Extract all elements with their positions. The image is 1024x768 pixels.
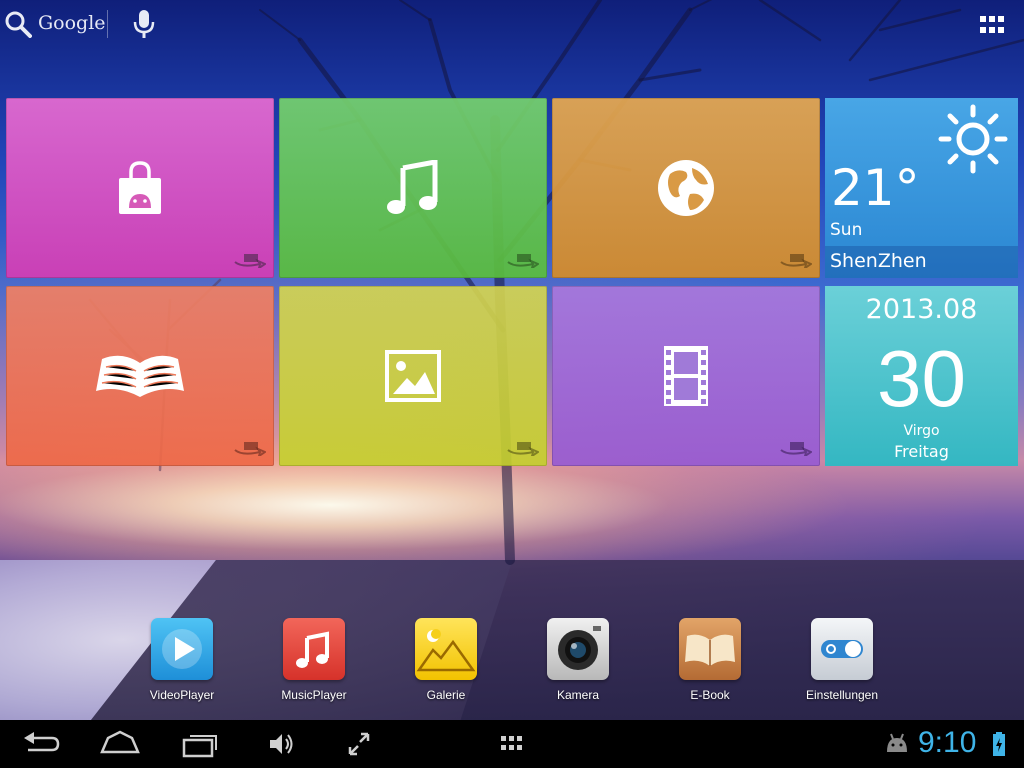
tile-flip-icon[interactable] (778, 440, 812, 456)
sun-icon (938, 104, 1008, 174)
tile-flip-icon[interactable] (232, 440, 266, 456)
shopping-bag-android-icon (119, 161, 161, 214)
menu-grid-icon[interactable] (500, 730, 524, 758)
search-icon[interactable] (4, 10, 32, 38)
picture-icon (385, 350, 441, 402)
gallery-tile[interactable] (279, 286, 547, 466)
music-tile[interactable] (279, 98, 547, 278)
tile-flip-icon[interactable] (505, 440, 539, 456)
camera-icon[interactable] (547, 618, 609, 680)
dock-musicplayer[interactable]: MusicPlayer (249, 618, 379, 702)
home-icon[interactable] (100, 730, 140, 758)
calendar-month: 2013.08 (865, 294, 978, 325)
dock-label-einstellungen: Einstellungen (805, 688, 879, 702)
microphone-icon[interactable] (131, 9, 157, 39)
weather-day: Sun (830, 220, 863, 240)
music-note-icon (387, 160, 438, 214)
film-strip-icon (664, 346, 708, 406)
recent-apps-icon[interactable] (182, 730, 220, 758)
globe-icon (658, 160, 714, 216)
android-debug-icon (887, 733, 907, 752)
calendar-day: 30 (877, 334, 966, 423)
settings-icon[interactable] (811, 618, 873, 680)
gallery-icon[interactable] (415, 618, 477, 680)
google-label[interactable]: Google (38, 12, 106, 34)
status-clock: 9:10 (918, 726, 977, 759)
search-divider (107, 10, 108, 38)
temperature: 21° (831, 159, 920, 217)
video-player-icon[interactable] (151, 618, 213, 680)
tile-flip-icon[interactable] (232, 252, 266, 268)
browser-tile[interactable] (552, 98, 820, 278)
navigation-bar (0, 720, 1024, 768)
dock-kamera[interactable]: Kamera (513, 618, 643, 702)
tile-flip-icon[interactable] (778, 252, 812, 268)
calendar-widget[interactable]: 2013.08 30 Virgo Freitag (825, 286, 1018, 466)
fullscreen-icon[interactable] (348, 730, 370, 758)
dock-galerie[interactable]: Galerie (381, 618, 511, 702)
zodiac-sign: Virgo (903, 423, 940, 439)
dock-videoplayer[interactable]: VideoPlayer (117, 618, 247, 702)
volume-icon[interactable] (268, 730, 294, 758)
video-tile[interactable] (552, 286, 820, 466)
weather-city: ShenZhen (830, 250, 927, 272)
ebook-tile[interactable] (6, 286, 274, 466)
music-player-icon[interactable] (283, 618, 345, 680)
dock-label-galerie: Galerie (426, 688, 466, 702)
play-store-tile[interactable] (6, 98, 274, 278)
tile-flip-icon[interactable] (505, 252, 539, 268)
dock-label-videoplayer: VideoPlayer (149, 688, 215, 702)
search-bar[interactable]: Google (0, 0, 1024, 48)
calendar-weekday: Freitag (894, 442, 949, 461)
back-icon[interactable] (22, 730, 60, 758)
ebook-icon[interactable] (679, 618, 741, 680)
dock-einstellungen[interactable]: Einstellungen (777, 618, 907, 702)
dock-ebook[interactable]: E-Book (645, 618, 775, 702)
dock-label-musicplayer: MusicPlayer (281, 688, 347, 702)
dock-label-ebook: E-Book (690, 688, 730, 702)
weather-widget[interactable]: 21° Sun ShenZhen (825, 98, 1018, 278)
dock-label-kamera: Kamera (556, 688, 600, 702)
open-book-icon (96, 355, 184, 397)
battery-charging-icon (993, 732, 1005, 756)
app-drawer-icon[interactable] (980, 16, 1004, 34)
